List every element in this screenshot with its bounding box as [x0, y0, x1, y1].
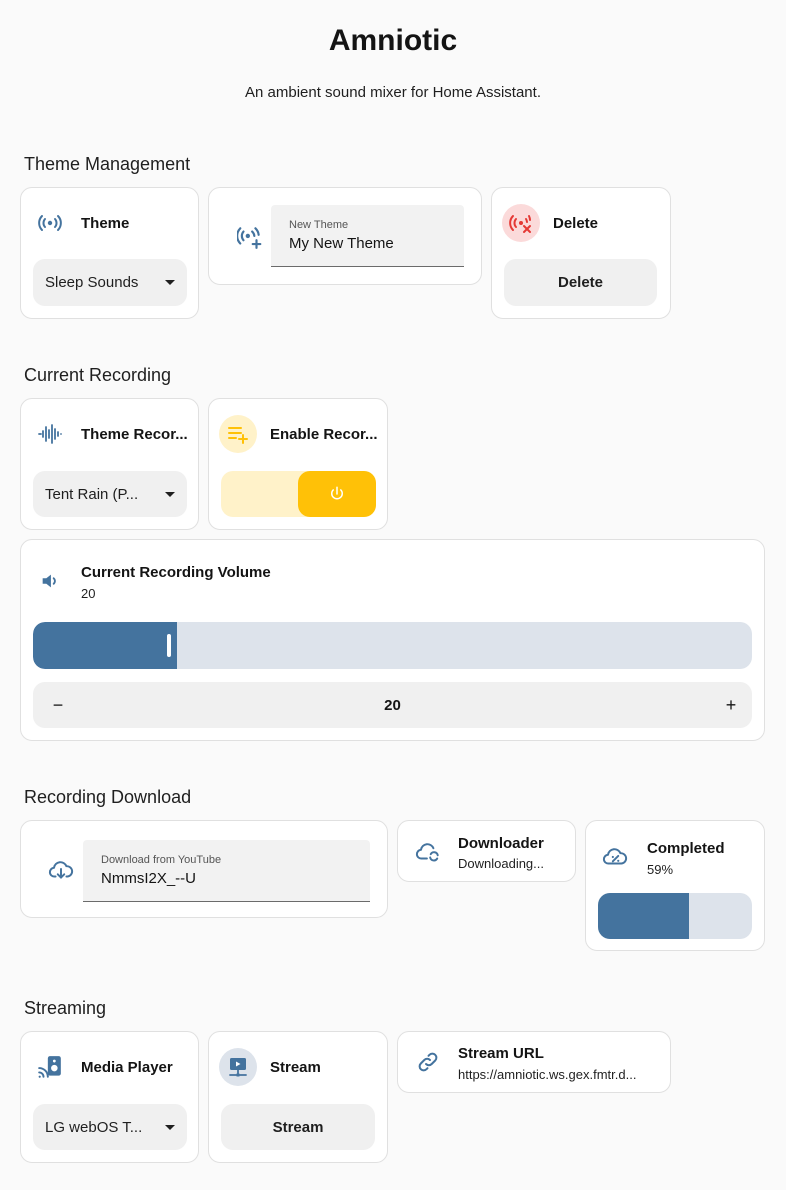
- theme-recording-name: Theme Recor...: [81, 426, 188, 443]
- cast-speaker-icon: [31, 1048, 69, 1086]
- toggle-knob[interactable]: [298, 471, 376, 517]
- volume-slider-handle[interactable]: [167, 634, 171, 657]
- caret-down-icon: [165, 1124, 175, 1130]
- enable-recording-name: Enable Recor...: [270, 426, 378, 443]
- volume-state: 20: [81, 586, 96, 601]
- section-title-streaming: Streaming: [24, 998, 107, 1018]
- stream-url-card[interactable]: Stream URL https://amniotic.ws.gex.fmtr.…: [397, 1031, 671, 1093]
- play-network-icon: [219, 1048, 257, 1086]
- new-theme-card: New Theme My New Theme: [208, 187, 482, 285]
- download-progress-bar: [598, 893, 752, 939]
- broadcast-off-icon: [502, 204, 540, 242]
- delete-button[interactable]: Delete: [504, 259, 657, 306]
- section-title-recording-download: Recording Download: [24, 787, 192, 807]
- delete-card: Delete Delete: [491, 187, 671, 319]
- download-card: Download from YouTube NmmsI2X_--U: [20, 820, 388, 918]
- downloader-name: Downloader: [458, 835, 544, 852]
- theme-card: Theme Sleep Sounds: [20, 187, 199, 319]
- download-progress-fill: [598, 893, 689, 939]
- enable-recording-card: Enable Recor...: [208, 398, 388, 530]
- theme-recording-select-value: Tent Rain (P...: [45, 485, 139, 503]
- theme-select-value: Sleep Sounds: [45, 274, 139, 291]
- stream-card: Stream Stream: [208, 1031, 388, 1163]
- downloader-state: Downloading...: [458, 856, 544, 871]
- playlist-plus-icon: [219, 415, 257, 453]
- delete-card-name: Delete: [553, 215, 599, 232]
- waveform-icon: [31, 415, 69, 453]
- media-player-name: Media Player: [81, 1059, 173, 1076]
- theme-recording-select[interactable]: Tent Rain (P...: [33, 471, 187, 517]
- stream-url-value: https://amniotic.ws.gex.fmtr.d...: [458, 1067, 637, 1082]
- volume-increase-button[interactable]: +: [716, 682, 746, 728]
- completed-name: Completed: [647, 840, 725, 857]
- caret-down-icon: [165, 280, 175, 285]
- youtube-download-field[interactable]: Download from YouTube NmmsI2X_--U: [83, 840, 370, 902]
- broadcast-icon: [31, 204, 69, 242]
- volume-card: Current Recording Volume 20 − 20 +: [20, 539, 765, 741]
- stream-button[interactable]: Stream: [221, 1104, 375, 1150]
- media-player-select-value: LG webOS T...: [45, 1118, 143, 1136]
- theme-select[interactable]: Sleep Sounds: [33, 259, 187, 306]
- link-icon: [409, 1043, 447, 1081]
- volume-name: Current Recording Volume: [81, 564, 271, 581]
- media-player-select[interactable]: LG webOS T...: [33, 1104, 187, 1150]
- stream-name: Stream: [270, 1059, 321, 1076]
- completed-state: 59%: [647, 862, 674, 877]
- youtube-download-label: Download from YouTube: [101, 854, 222, 866]
- cloud-download-icon: [42, 851, 80, 889]
- youtube-download-value: NmmsI2X_--U: [101, 870, 197, 887]
- enable-recording-toggle[interactable]: [221, 471, 376, 517]
- section-title-theme-management: Theme Management: [24, 154, 191, 174]
- power-icon: [331, 486, 343, 500]
- caret-down-icon: [165, 491, 175, 497]
- downloader-card[interactable]: Downloader Downloading...: [397, 820, 576, 882]
- volume-icon: [31, 562, 69, 600]
- section-title-current-recording: Current Recording: [24, 365, 172, 385]
- new-theme-field-label: New Theme: [289, 219, 349, 231]
- cloud-sync-icon: [409, 833, 447, 871]
- completed-card: Completed 59%: [585, 820, 765, 951]
- broadcast-plus-icon: [231, 218, 269, 256]
- volume-slider-fill: [33, 622, 177, 669]
- theme-card-name: Theme: [81, 215, 130, 232]
- media-player-card: Media Player LG webOS T...: [20, 1031, 199, 1163]
- page-subtitle: An ambient sound mixer for Home Assistan…: [245, 84, 541, 101]
- cloud-percent-icon: [596, 838, 634, 876]
- volume-stepper-value: 20: [384, 696, 401, 714]
- new-theme-field[interactable]: New Theme My New Theme: [271, 205, 464, 267]
- volume-stepper: − 20 +: [33, 682, 752, 728]
- page-title: Amniotic: [328, 24, 458, 57]
- volume-decrease-button[interactable]: −: [43, 682, 73, 728]
- stream-url-name: Stream URL: [458, 1045, 544, 1062]
- theme-recording-card: Theme Recor... Tent Rain (P...: [20, 398, 199, 530]
- new-theme-field-value: My New Theme: [289, 235, 394, 252]
- volume-slider[interactable]: [33, 622, 752, 669]
